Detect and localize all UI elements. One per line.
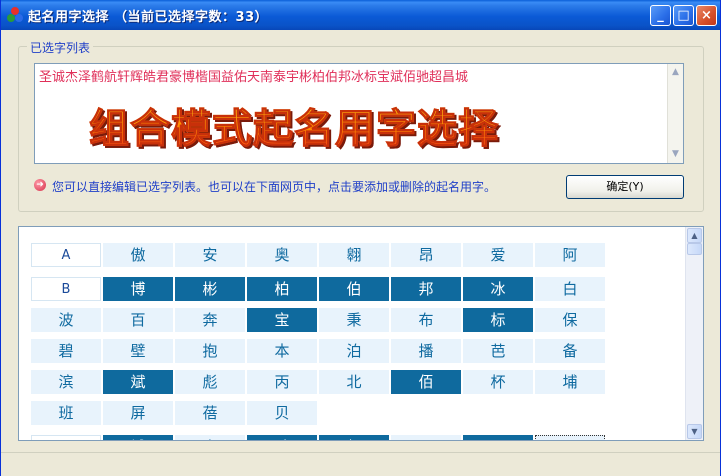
- close-icon: ×: [701, 8, 712, 23]
- app-logo-icon: [7, 7, 23, 23]
- confirm-button[interactable]: 确定(Y): [566, 175, 684, 199]
- letter-header: C: [31, 435, 101, 440]
- minimize-button[interactable]: _: [650, 5, 671, 26]
- char-cell[interactable]: 林: [535, 435, 605, 440]
- char-cell-selected[interactable]: 超: [319, 435, 389, 440]
- char-cell[interactable]: 辰: [391, 435, 461, 440]
- char-cell[interactable]: 宸: [175, 435, 245, 440]
- char-cell-selected[interactable]: 冰: [463, 277, 533, 301]
- char-cell[interactable]: 爱: [463, 243, 533, 267]
- char-cell[interactable]: 傲: [103, 243, 173, 267]
- letter-header: B: [31, 277, 101, 301]
- char-cell[interactable]: 奔: [175, 308, 245, 332]
- char-cell-selected[interactable]: 宝: [247, 308, 317, 332]
- char-cell[interactable]: 昂: [391, 243, 461, 267]
- char-cell-selected[interactable]: 驰: [247, 435, 317, 440]
- char-cell[interactable]: 泊: [319, 339, 389, 363]
- char-cell-selected[interactable]: 彬: [175, 277, 245, 301]
- scroll-up-icon[interactable]: ▲: [670, 66, 681, 78]
- maximize-icon: □: [677, 8, 690, 23]
- char-cell[interactable]: 奥: [247, 243, 317, 267]
- char-cell[interactable]: 杯: [463, 370, 533, 394]
- char-cell[interactable]: 本: [247, 339, 317, 363]
- char-cell-selected[interactable]: 伯: [319, 277, 389, 301]
- char-cell[interactable]: 百: [103, 308, 173, 332]
- char-cell-selected[interactable]: 标: [463, 308, 533, 332]
- char-cell[interactable]: 翱: [319, 243, 389, 267]
- minimize-icon: _: [657, 8, 664, 23]
- char-cell[interactable]: 壁: [103, 339, 173, 363]
- scroll-thumb[interactable]: [687, 243, 702, 255]
- char-cell[interactable]: 贝: [247, 401, 317, 425]
- char-cell[interactable]: 丙: [247, 370, 317, 394]
- char-cell-selected[interactable]: 斌: [103, 370, 173, 394]
- char-cell[interactable]: 班: [31, 401, 101, 425]
- char-cell[interactable]: 彪: [175, 370, 245, 394]
- list-scrollbar[interactable]: ▲ ▼: [685, 227, 703, 440]
- char-cell[interactable]: 北: [319, 370, 389, 394]
- scroll-up-button[interactable]: ▲: [687, 228, 702, 243]
- maximize-button[interactable]: □: [673, 5, 694, 26]
- hint-text: 您可以直接编辑已选字列表。也可以在下面网页中，点击要添加或删除的起名用字。: [52, 180, 497, 194]
- char-cell[interactable]: 备: [535, 339, 605, 363]
- window-title: 起名用字选择 （当前已选择字数：33）: [28, 10, 269, 25]
- scroll-down-button[interactable]: ▼: [687, 424, 702, 439]
- char-list-frame: A傲安奥翱昂爱阿 B博彬柏伯邦冰白波百奔宝秉布标保碧壁抱本泊播芭备滨斌彪丙北佰杯埔…: [18, 226, 704, 441]
- char-cell[interactable]: 抱: [175, 339, 245, 363]
- char-cell[interactable]: 屏: [103, 401, 173, 425]
- status-bar: [1, 452, 720, 476]
- char-cell[interactable]: 碧: [31, 339, 101, 363]
- char-cell-selected[interactable]: 佰: [391, 370, 461, 394]
- char-cell-selected[interactable]: 昌: [463, 435, 533, 440]
- char-cell[interactable]: 保: [535, 308, 605, 332]
- title-bar[interactable]: 起名用字选择 （当前已选择字数：33） _ □ ×: [1, 0, 720, 30]
- char-cell[interactable]: 播: [391, 339, 461, 363]
- char-cell-selected[interactable]: 博: [103, 277, 173, 301]
- char-cell[interactable]: 埔: [535, 370, 605, 394]
- char-cell[interactable]: 秉: [319, 308, 389, 332]
- textarea-scrollbar[interactable]: ▲ ▼: [667, 64, 683, 163]
- close-button[interactable]: ×: [696, 5, 717, 26]
- main-window: 起名用字选择 （当前已选择字数：33） _ □ × 已选字列表 圣诚杰泽鹤航轩辉…: [0, 0, 721, 476]
- group-legend: 已选字列表: [27, 39, 94, 56]
- selected-chars-textarea[interactable]: 圣诚杰泽鹤航轩辉皓君豪博楷国益佑天南泰宇彬柏伯邦冰标宝斌佰驰超昌城 组合模式起名…: [34, 63, 684, 164]
- char-cell[interactable]: 布: [391, 308, 461, 332]
- char-cell[interactable]: 芭: [463, 339, 533, 363]
- char-cell[interactable]: 阿: [535, 243, 605, 267]
- letter-header: A: [31, 243, 101, 267]
- selected-chars-group: 已选字列表 圣诚杰泽鹤航轩辉皓君豪博楷国益佑天南泰宇彬柏伯邦冰标宝斌佰驰超昌城 …: [18, 39, 704, 212]
- arrow-right-bullet-icon: ➜: [34, 179, 46, 191]
- char-cell[interactable]: 滨: [31, 370, 101, 394]
- char-cell-selected[interactable]: 邦: [391, 277, 461, 301]
- scroll-down-icon[interactable]: ▼: [670, 148, 681, 160]
- char-cell[interactable]: 波: [31, 308, 101, 332]
- char-cell-selected[interactable]: 柏: [247, 277, 317, 301]
- char-cell[interactable]: 白: [535, 277, 605, 301]
- char-cell-selected[interactable]: 城: [103, 435, 173, 440]
- char-cell[interactable]: 蓓: [175, 401, 245, 425]
- banner-title: 组合模式起名用字选择: [89, 96, 499, 154]
- selected-chars-text[interactable]: 圣诚杰泽鹤航轩辉皓君豪博楷国益佑天南泰宇彬柏伯邦冰标宝斌佰驰超昌城: [39, 66, 468, 85]
- char-cell[interactable]: 安: [175, 243, 245, 267]
